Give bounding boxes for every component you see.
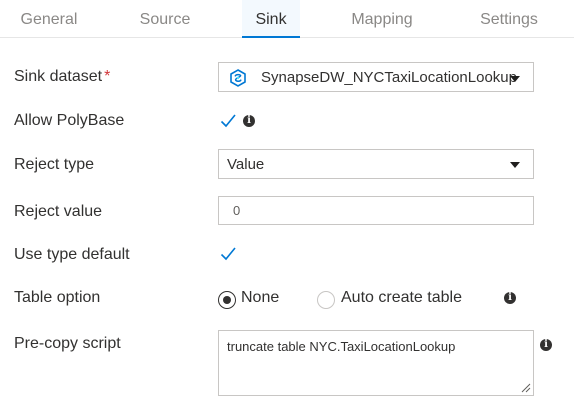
reject-type-label: Reject type xyxy=(14,156,95,173)
table-option-label: Table option xyxy=(14,289,101,306)
tab-general[interactable]: General xyxy=(8,0,90,38)
tab-sink[interactable]: Sink xyxy=(242,0,300,38)
info-icon[interactable]: i xyxy=(504,292,516,304)
sink-dataset-dropdown[interactable]: SynapseDW_NYCTaxiLocationLookup xyxy=(218,62,534,92)
pre-copy-script-textarea[interactable]: truncate table NYC.TaxiLocationLookup xyxy=(218,330,534,396)
sink-dataset-label-text: Sink dataset xyxy=(14,68,103,85)
allow-polybase-checkbox[interactable] xyxy=(219,112,237,130)
pre-copy-script-value: truncate table NYC.TaxiLocationLookup xyxy=(227,339,456,354)
use-type-default-label: Use type default xyxy=(14,246,130,263)
pre-copy-script-label: Pre-copy script xyxy=(14,335,121,352)
table-option-none-label[interactable]: None xyxy=(241,289,279,307)
resize-handle-icon[interactable] xyxy=(521,383,531,393)
use-type-default-checkbox[interactable] xyxy=(219,245,237,263)
chevron-down-icon xyxy=(510,162,520,168)
allow-polybase-label: Allow PolyBase xyxy=(14,112,125,129)
tab-source[interactable]: Source xyxy=(124,0,206,38)
reject-type-dropdown[interactable]: Value xyxy=(218,149,534,179)
table-option-auto-create-radio[interactable] xyxy=(317,291,335,309)
tab-bar: General Source Sink Mapping Settings xyxy=(0,0,574,38)
table-option-none-radio[interactable] xyxy=(218,291,236,309)
synapse-dataset-icon xyxy=(230,69,246,87)
info-icon[interactable]: i xyxy=(540,339,552,351)
table-option-auto-create-label[interactable]: Auto create table xyxy=(341,289,462,307)
reject-value-label: Reject value xyxy=(14,203,103,220)
tab-mapping[interactable]: Mapping xyxy=(336,0,428,38)
required-marker: * xyxy=(104,68,111,85)
reject-value-input[interactable]: 0 xyxy=(218,196,534,225)
tab-settings[interactable]: Settings xyxy=(466,0,552,38)
chevron-down-icon xyxy=(510,76,520,82)
sink-dataset-label: Sink dataset * xyxy=(14,68,110,86)
info-icon[interactable]: i xyxy=(243,115,255,127)
sink-dataset-value: SynapseDW_NYCTaxiLocationLookup xyxy=(261,69,517,86)
reject-type-value: Value xyxy=(227,156,265,173)
reject-value-text: 0 xyxy=(233,203,241,218)
